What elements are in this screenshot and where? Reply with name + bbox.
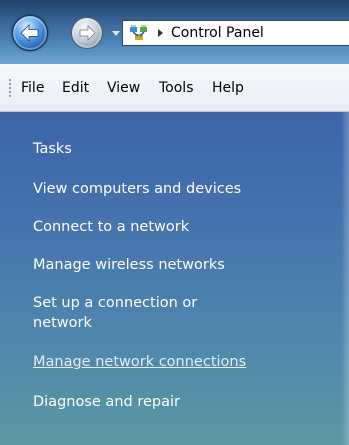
menu-help[interactable]: Help <box>212 79 244 97</box>
task-manage-network-connections[interactable]: Manage network connections <box>33 352 246 372</box>
navigation-bar: Control Panel <box>0 0 349 64</box>
back-button[interactable] <box>12 15 48 51</box>
task-diagnose-and-repair[interactable]: Diagnose and repair <box>33 392 180 412</box>
task-view-computers-and-devices[interactable]: View computers and devices <box>33 179 241 199</box>
menu-tools[interactable]: Tools <box>159 79 194 97</box>
menu-file[interactable]: File <box>21 79 44 97</box>
pane-divider <box>341 112 349 445</box>
breadcrumb-separator-icon[interactable] <box>158 29 163 37</box>
network-center-window: Control Panel File Edit View Tools Help … <box>0 0 349 445</box>
task-set-up-connection-line2[interactable]: network <box>33 313 92 333</box>
menu-edit[interactable]: Edit <box>62 79 89 97</box>
menu-bar: File Edit View Tools Help <box>0 64 349 112</box>
forward-arrow-icon <box>79 25 96 41</box>
breadcrumb-control-panel[interactable]: Control Panel <box>171 25 264 41</box>
tasks-heading: Tasks <box>33 141 72 157</box>
task-manage-wireless-networks[interactable]: Manage wireless networks <box>33 255 225 275</box>
recent-pages-dropdown[interactable] <box>112 31 120 36</box>
menu-view[interactable]: View <box>107 79 140 97</box>
task-set-up-connection-line1[interactable]: Set up a connection or <box>33 293 197 313</box>
forward-button[interactable] <box>71 17 103 49</box>
back-arrow-icon <box>20 24 39 42</box>
toolbar-grip <box>9 78 11 98</box>
task-connect-to-a-network[interactable]: Connect to a network <box>33 217 189 237</box>
control-panel-icon <box>126 21 152 45</box>
address-bar[interactable]: Control Panel <box>122 20 349 46</box>
tasks-pane: Tasks View computers and devices Connect… <box>0 112 349 445</box>
